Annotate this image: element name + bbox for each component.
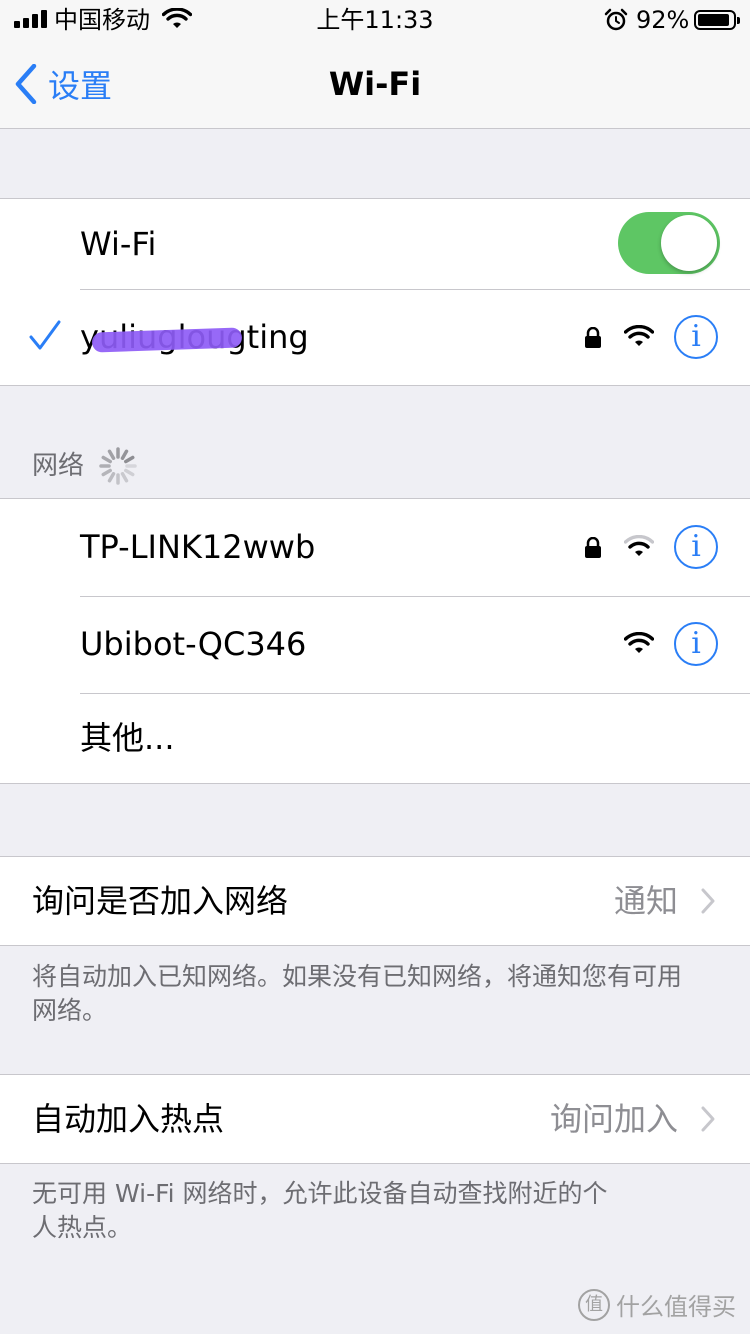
toggle-knob [661, 215, 717, 271]
info-icon[interactable]: i [674, 315, 718, 359]
network-name: TP-LINK12wwb [80, 528, 316, 566]
page-title: Wi-Fi [328, 65, 422, 103]
wifi-toggle[interactable] [618, 212, 720, 274]
chevron-right-icon [701, 1106, 715, 1132]
wifi-toggle-row: Wi-Fi [0, 199, 750, 289]
battery-icon [694, 10, 740, 30]
battery-percent: 92% [636, 6, 690, 34]
watermark-logo-icon: 值 [578, 1288, 610, 1321]
watermark-text: 什么值得买 [616, 1293, 736, 1321]
wifi-group: Wi-Fi yuliuglougting i [0, 198, 750, 386]
navigation-bar: 设置 Wi-Fi [0, 40, 750, 129]
lock-icon [585, 327, 601, 348]
ask-join-label: 询问是否加入网络 [32, 882, 289, 920]
status-bar: 中国移动 上午11:33 92% [0, 0, 750, 40]
lock-icon [585, 537, 601, 558]
wifi-toggle-label: Wi-Fi [80, 225, 157, 263]
wifi-strength-icon [624, 632, 654, 653]
ask-join-value: 通知 [613, 882, 678, 920]
hotspot-group: 自动加入热点 询问加入 [0, 1074, 750, 1164]
other-network-label: 其他... [80, 719, 175, 757]
auto-hotspot-row[interactable]: 自动加入热点 询问加入 [0, 1075, 750, 1163]
info-icon[interactable]: i [674, 622, 718, 666]
networks-group: TP-LINK12wwb i Ubibot-QC346 i 其他... [0, 498, 750, 784]
other-network-row[interactable]: 其他... [0, 693, 750, 783]
wifi-strength-icon [624, 325, 654, 346]
network-row[interactable]: TP-LINK12wwb i [0, 499, 750, 596]
auto-hotspot-value: 询问加入 [549, 1100, 678, 1138]
loading-spinner-icon [99, 447, 137, 485]
auto-hotspot-footer: 无可用 Wi-Fi 网络时，允许此设备自动查找附近的个人热点。 [32, 1179, 608, 1242]
wifi-strength-icon [624, 535, 654, 556]
networks-header: 网络 [32, 451, 85, 481]
checkmark-icon [29, 320, 61, 350]
network-name: Ubibot-QC346 [80, 625, 307, 663]
info-icon[interactable]: i [674, 525, 718, 569]
ask-join-group: 询问是否加入网络 通知 [0, 856, 750, 946]
network-row[interactable]: Ubibot-QC346 i [0, 596, 750, 693]
alarm-icon [604, 8, 628, 31]
ask-join-row[interactable]: 询问是否加入网络 通知 [0, 857, 750, 945]
ask-join-footer: 将自动加入已知网络。如果没有已知网络，将通知您有可用网络。 [32, 962, 683, 1025]
watermark: 值 什么值得买 [578, 1287, 736, 1322]
chevron-right-icon [701, 888, 715, 914]
auto-hotspot-label: 自动加入热点 [32, 1100, 225, 1138]
